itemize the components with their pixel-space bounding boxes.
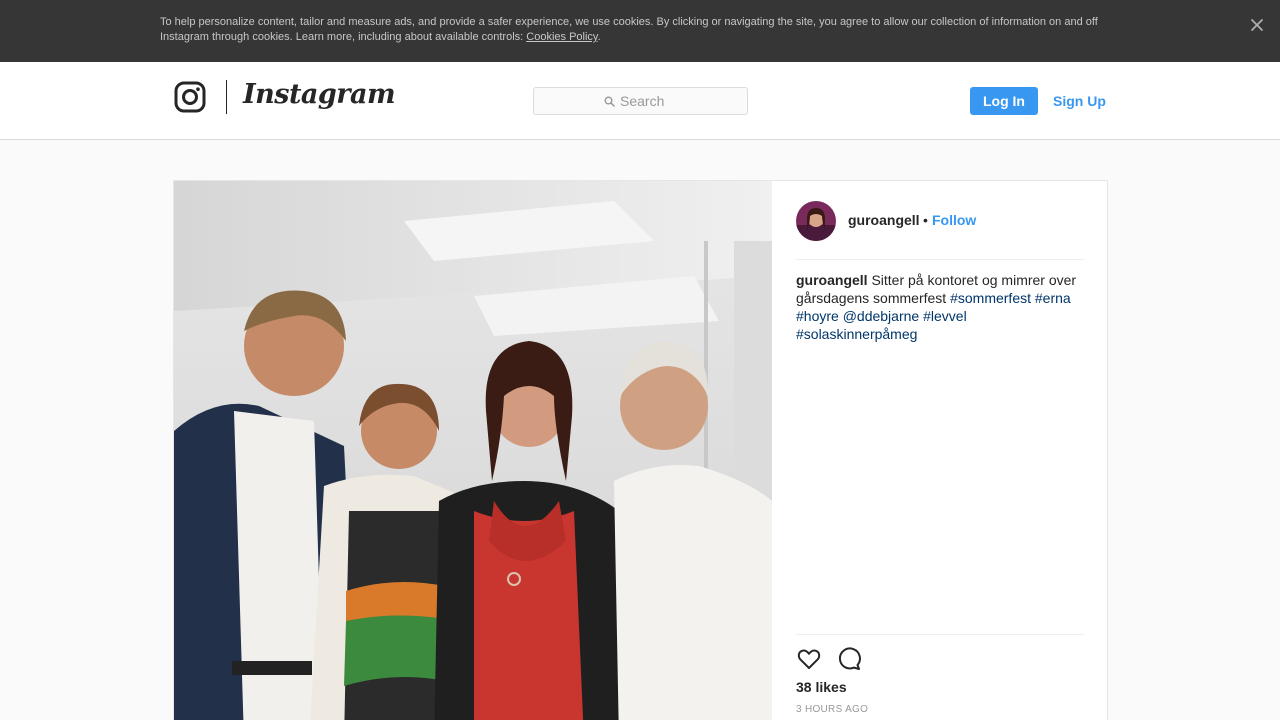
caption-username[interactable]: guroangell xyxy=(796,272,868,288)
follow-button[interactable]: Follow xyxy=(932,212,976,228)
cookie-suffix: . xyxy=(597,31,601,43)
post-sidebar: guroangell • Follow guroangell Sitter på… xyxy=(772,181,1108,720)
comment-icon[interactable] xyxy=(836,646,862,672)
instagram-wordmark[interactable]: Instagram xyxy=(243,79,396,110)
login-button[interactable]: Log In xyxy=(970,87,1038,115)
post-caption: guroangell Sitter på kontoret og mimrer … xyxy=(796,271,1084,343)
cookies-policy-link[interactable]: Cookies Policy xyxy=(526,31,597,43)
heart-icon[interactable] xyxy=(796,646,822,672)
post-card: guroangell • Follow guroangell Sitter på… xyxy=(173,180,1108,720)
hashtag-link[interactable]: #sommerfest xyxy=(950,290,1031,306)
divider xyxy=(796,259,1084,260)
cookie-banner: To help personalize content, tailor and … xyxy=(0,0,1280,62)
post-photo[interactable] xyxy=(174,181,772,720)
search-input[interactable] xyxy=(620,92,740,110)
avatar[interactable] xyxy=(796,201,836,241)
close-icon[interactable] xyxy=(1248,16,1266,34)
search-box[interactable] xyxy=(533,87,748,115)
hashtag-link[interactable]: #solaskinnerpåmeg xyxy=(796,326,917,342)
search-icon xyxy=(604,96,615,107)
separator-dot: • xyxy=(923,212,928,228)
hashtag-link[interactable]: #hoyre xyxy=(796,308,839,324)
logo-divider xyxy=(226,80,227,114)
cookie-message: To help personalize content, tailor and … xyxy=(160,16,1098,43)
hashtag-link[interactable]: #levvel xyxy=(923,308,967,324)
instagram-glyph-icon[interactable] xyxy=(174,81,206,113)
top-nav: Instagram Log In Sign Up xyxy=(0,62,1280,140)
post-timestamp: 3 HOURS AGO xyxy=(796,704,869,715)
mention-link[interactable]: @ddebjarne xyxy=(843,308,920,324)
likes-count[interactable]: 38 likes xyxy=(796,679,847,695)
divider xyxy=(796,634,1084,635)
post-username[interactable]: guroangell xyxy=(848,212,920,228)
signup-link[interactable]: Sign Up xyxy=(1053,87,1106,115)
cookie-text: To help personalize content, tailor and … xyxy=(160,15,1120,45)
hashtag-link[interactable]: #erna xyxy=(1035,290,1071,306)
